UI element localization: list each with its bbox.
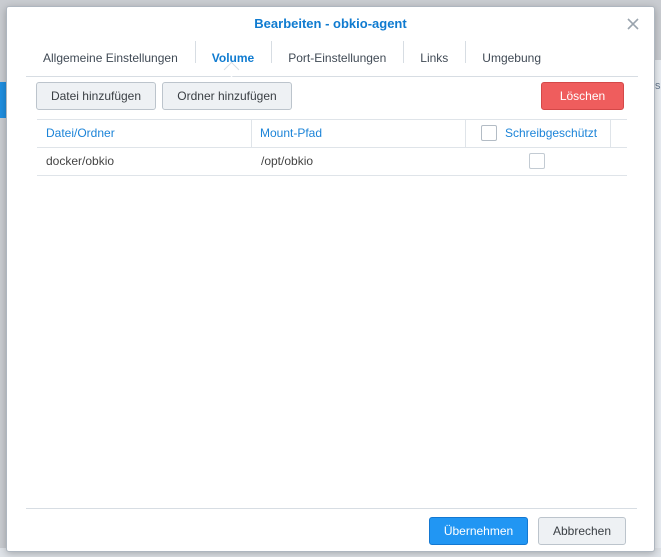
table-header: Datei/Ordner Mount-Pfad Schreibgeschützt xyxy=(37,119,627,148)
cancel-button[interactable]: Abbrechen xyxy=(538,517,626,545)
read-only-checkbox[interactable] xyxy=(529,153,545,169)
read-only-select-all-checkbox[interactable] xyxy=(481,125,497,141)
tab-bar: Allgemeine Einstellungen Volume Port-Ein… xyxy=(26,40,638,77)
tab-links[interactable]: Links xyxy=(403,40,465,76)
mount-path-cell: /opt/obkio xyxy=(261,154,314,168)
column-divider xyxy=(251,120,252,147)
add-file-button[interactable]: Datei hinzufügen xyxy=(36,82,156,110)
tab-port-settings[interactable]: Port-Einstellungen xyxy=(271,40,403,76)
dialog-title: Bearbeiten - obkio-agent xyxy=(254,16,407,31)
tab-environment[interactable]: Umgebung xyxy=(465,40,558,76)
edit-container-dialog: Bearbeiten - obkio-agent Allgemeine Eins… xyxy=(6,6,655,552)
column-header-mount-path[interactable]: Mount-Pfad xyxy=(260,120,322,147)
apply-button[interactable]: Übernehmen xyxy=(429,517,528,545)
footer-divider xyxy=(26,508,637,509)
column-header-read-only[interactable]: Schreibgeschützt xyxy=(505,120,597,147)
column-header-file-folder[interactable]: Datei/Ordner xyxy=(46,120,115,147)
column-divider xyxy=(610,120,611,147)
add-folder-button[interactable]: Ordner hinzufügen xyxy=(162,82,292,110)
volume-table: Datei/Ordner Mount-Pfad Schreibgeschützt… xyxy=(37,119,627,176)
close-button[interactable] xyxy=(622,13,644,35)
delete-button[interactable]: Löschen xyxy=(541,82,624,110)
tab-general-settings[interactable]: Allgemeine Einstellungen xyxy=(26,40,195,76)
close-icon xyxy=(627,18,639,30)
column-divider xyxy=(465,120,466,147)
file-folder-cell: docker/obkio xyxy=(46,154,115,168)
table-row[interactable]: docker/obkio /opt/obkio xyxy=(37,148,627,176)
background-app-text: s xyxy=(655,80,661,92)
